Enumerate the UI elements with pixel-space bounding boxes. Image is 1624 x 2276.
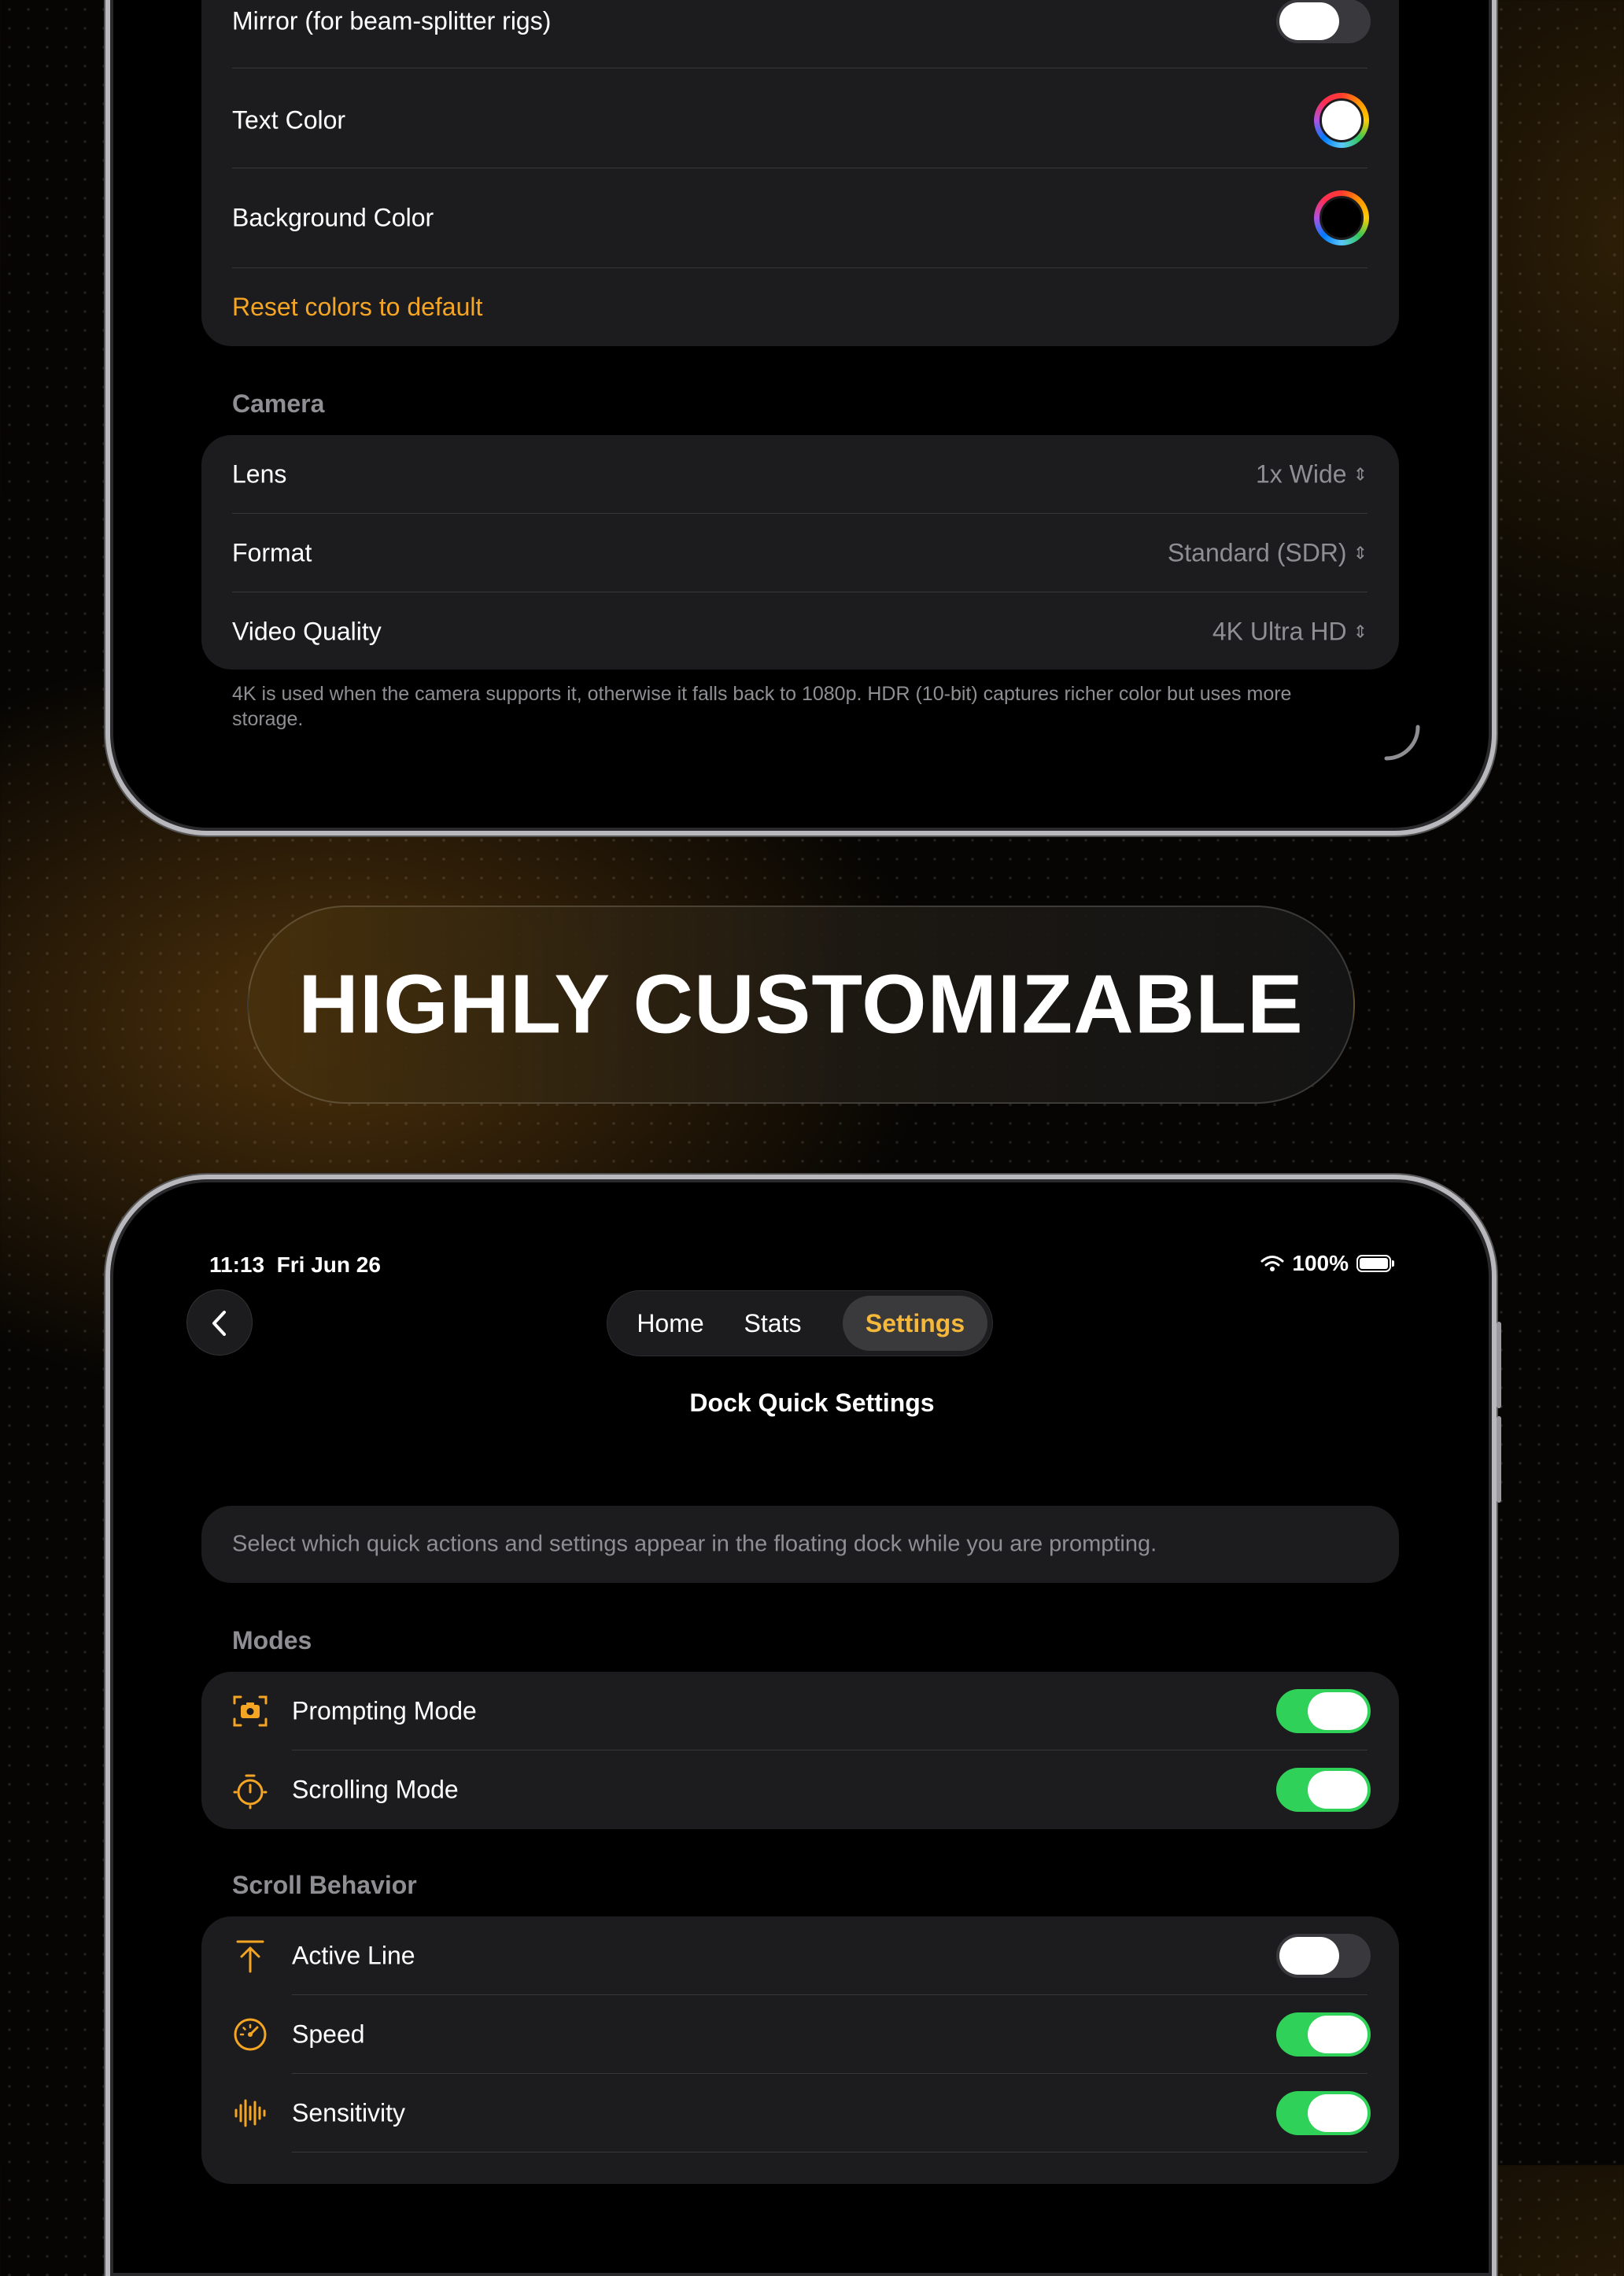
headline-banner: HIGHLY CUSTOMIZABLE [247,906,1355,1104]
scrolling-mode-label: Scrolling Mode [292,1775,459,1804]
status-date: Fri Jun 26 [276,1252,381,1277]
toggle-knob [1308,2016,1367,2053]
battery-percent: 100% [1292,1251,1349,1275]
speed-toggle[interactable] [1276,2012,1371,2057]
status-indicators: 100% [1260,1251,1394,1276]
video-quality-row[interactable]: Video Quality 4K Ultra HD ⇕ [201,592,1399,670]
video-quality-label: Video Quality [232,617,382,646]
active-line-toggle[interactable] [1276,1934,1371,1978]
chevron-updown-icon: ⇕ [1353,622,1367,642]
active-line-label: Active Line [292,1941,415,1970]
chevron-updown-icon: ⇕ [1353,464,1367,485]
page-title: Dock Quick Settings [689,1389,935,1417]
lens-value-text: 1x Wide [1255,459,1347,489]
chevron-updown-icon: ⇕ [1353,543,1367,563]
toggle-knob [1308,1771,1367,1809]
modes-card: Prompting Mode Scrolling Mode [201,1672,1399,1829]
text-color-label: Text Color [232,105,346,135]
intro-text: Select which quick actions and settings … [232,1531,1157,1557]
tab-stats[interactable]: Stats [727,1296,818,1351]
arrow-up-to-line-icon [236,1940,264,1973]
text-color-row[interactable]: Text Color [201,72,1399,169]
prompting-mode-label: Prompting Mode [292,1696,477,1725]
scroll-behavior-card: Active Line Speed Sensitivity [201,1916,1399,2184]
format-label: Format [232,538,312,567]
lens-row[interactable]: Lens 1x Wide ⇕ [201,435,1399,514]
camera-section-header: Camera [232,389,325,418]
lens-label: Lens [232,459,287,489]
intro-description: Select which quick actions and settings … [201,1506,1399,1583]
wifi-icon [1260,1256,1284,1271]
background-color-label: Background Color [232,203,434,232]
mirror-row[interactable]: Mirror (for beam-splitter rigs) [201,0,1399,50]
back-button[interactable] [186,1289,253,1356]
format-row[interactable]: Format Standard (SDR) ⇕ [201,514,1399,592]
background-color-swatch[interactable] [1314,190,1369,245]
tab-settings[interactable]: Settings [843,1296,987,1351]
speed-row[interactable]: Speed [201,1995,1399,2074]
video-quality-value[interactable]: 4K Ultra HD ⇕ [1212,618,1367,647]
gauge-icon [234,2018,267,2051]
format-value[interactable]: Standard (SDR) ⇕ [1168,539,1367,568]
text-color-fill [1320,98,1364,142]
mirror-label: Mirror (for beam-splitter rigs) [232,6,552,35]
format-value-text: Standard (SDR) [1167,538,1347,567]
display-settings-card: Mirror (for beam-splitter rigs) Text Col… [201,0,1399,346]
scroll-behavior-section-header: Scroll Behavior [232,1871,417,1899]
toggle-knob [1279,1937,1339,1975]
camera-settings-card: Lens 1x Wide ⇕ Format Standard (SDR) ⇕ Vid… [201,435,1399,670]
tab-home[interactable]: Home [620,1296,721,1351]
row-divider [232,267,1367,268]
chevron-left-icon [212,1311,226,1336]
lens-value[interactable]: 1x Wide ⇕ [1256,460,1367,489]
sensitivity-toggle[interactable] [1276,2091,1371,2135]
sensitivity-row[interactable]: Sensitivity [201,2074,1399,2152]
active-line-row[interactable]: Active Line [201,1916,1399,1995]
scrolling-mode-row[interactable]: Scrolling Mode [201,1750,1399,1829]
background-color-fill [1320,196,1364,240]
waveform-icon [234,2099,266,2127]
nav-segmented-control: Home Stats Settings [607,1290,993,1356]
toggle-knob [1279,2,1339,40]
background-color-row[interactable]: Background Color [201,169,1399,267]
toggle-knob [1308,2094,1367,2132]
headline-text: HIGHLY CUSTOMIZABLE [298,957,1304,1051]
battery-icon [1356,1255,1394,1272]
status-time: 11:13 Fri Jun 26 [209,1252,381,1278]
loading-spinner-icon [1384,725,1420,761]
camera-footnote: 4K is used when the camera supports it, … [232,683,1292,730]
sensitivity-label: Sensitivity [292,2098,406,2127]
camera-viewfinder-icon [233,1695,268,1727]
toggle-knob [1308,1692,1367,1730]
prompting-mode-row[interactable]: Prompting Mode [201,1672,1399,1750]
text-color-swatch[interactable] [1314,93,1369,148]
reset-colors-link[interactable]: Reset colors to default [232,293,482,322]
speed-label: Speed [292,2020,365,2049]
video-quality-value-text: 4K Ultra HD [1212,617,1347,646]
device-side-button [1497,1416,1501,1503]
scrolling-mode-toggle[interactable] [1276,1768,1371,1812]
status-time-value: 11:13 [209,1252,265,1277]
modes-section-header: Modes [232,1626,312,1654]
prompting-mode-toggle[interactable] [1276,1689,1371,1733]
mirror-toggle[interactable] [1276,0,1371,43]
timer-icon [233,1774,268,1809]
